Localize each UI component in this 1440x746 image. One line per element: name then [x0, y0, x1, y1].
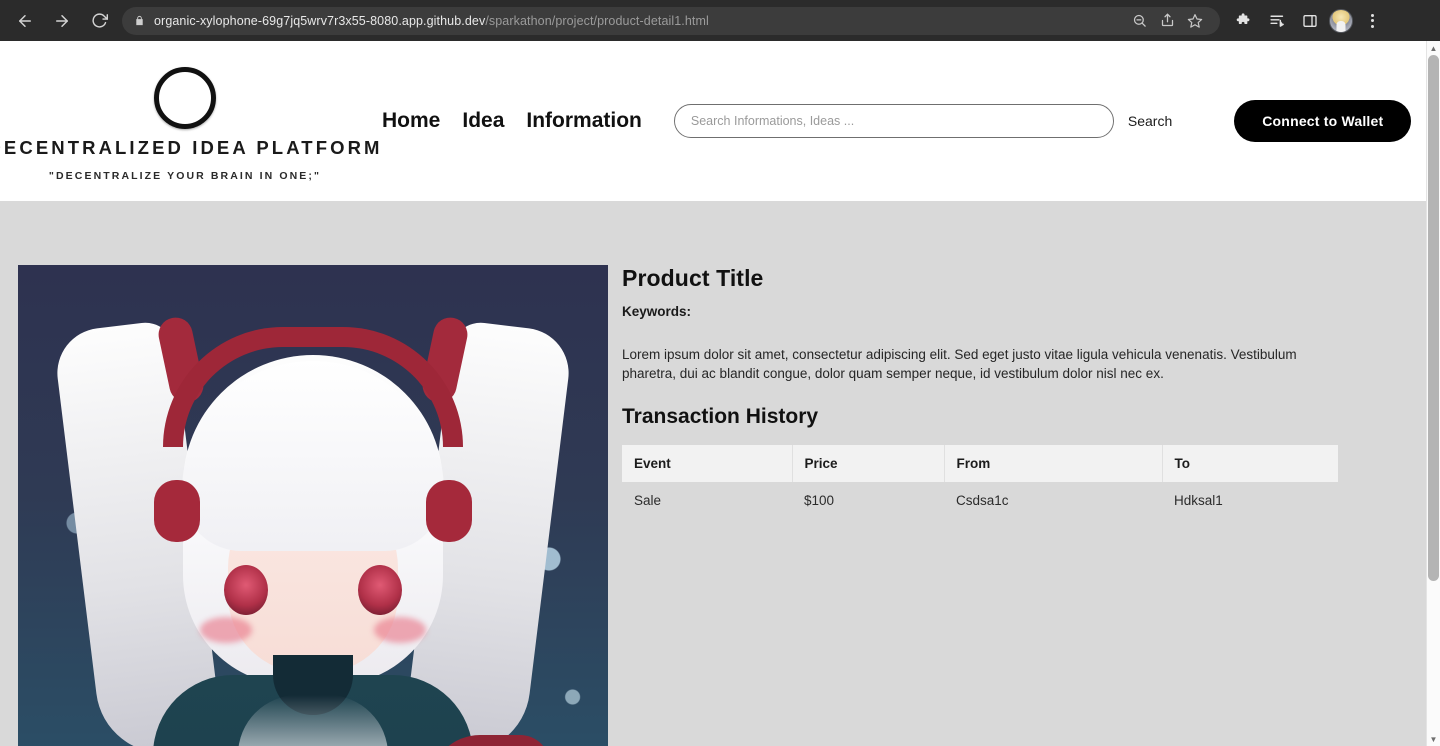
nav-item-home[interactable]: Home [382, 109, 440, 133]
column-header-to: To [1162, 445, 1338, 482]
table-row[interactable]: Sale $100 Csdsa1c Hdksal1 [622, 482, 1338, 519]
search-input[interactable] [673, 104, 1114, 138]
red-headband [163, 327, 463, 447]
keywords-label: Keywords: [622, 304, 692, 319]
blush-left [200, 617, 252, 643]
headphone-right [426, 480, 472, 542]
kebab-dots [1370, 13, 1374, 28]
search-area: Search [673, 104, 1172, 138]
site-header: DECENTRALIZED IDEA PLATFORM "DECENTRALIZ… [0, 41, 1426, 201]
product-description: Lorem ipsum dolor sit amet, consectetur … [622, 347, 1297, 381]
circle-ring-logo-icon [154, 66, 216, 129]
scrollbar-up-arrow[interactable]: ▲ [1427, 41, 1440, 55]
column-header-event: Event [622, 445, 793, 482]
transaction-history-title: Transaction History [622, 405, 819, 428]
cell-to: Hdksal1 [1174, 493, 1223, 508]
product-detail-content: Product Title Keywords: Lorem ipsum dolo… [0, 201, 1440, 746]
page-viewport: DECENTRALIZED IDEA PLATFORM "DECENTRALIZ… [0, 41, 1440, 746]
table-header-row: Event Price From To [622, 445, 1338, 482]
table-header: Event Price From To [622, 445, 1338, 482]
main-navigation: Home Idea Information [382, 109, 642, 133]
page-scrollbar[interactable]: ▲ ▼ [1426, 41, 1440, 746]
cell-from: Csdsa1c [956, 493, 1009, 508]
reload-icon[interactable] [84, 6, 114, 36]
connect-wallet-button[interactable]: Connect to Wallet [1234, 100, 1412, 142]
character-artwork [18, 265, 608, 746]
bookmark-star-icon[interactable] [1182, 8, 1208, 34]
scrollbar-thumb[interactable] [1428, 55, 1439, 581]
nav-item-information[interactable]: Information [526, 109, 642, 133]
blush-right [374, 617, 426, 643]
address-bar[interactable]: organic-xylophone-69g7jq5wrv7r3x55-8080.… [122, 6, 1220, 35]
browser-toolbar-actions [1220, 7, 1395, 35]
brand-tagline: "DECENTRALIZE YOUR BRAIN IN ONE;" [48, 169, 322, 182]
product-image[interactable] [18, 265, 608, 746]
reading-list-icon[interactable] [1263, 7, 1291, 35]
browser-nav-buttons [0, 6, 114, 36]
chrome-menu-icon[interactable] [1358, 7, 1386, 35]
scrollbar-track[interactable] [1427, 55, 1440, 732]
browser-toolbar: organic-xylophone-69g7jq5wrv7r3x55-8080.… [0, 0, 1440, 41]
page-title: Product Title [622, 265, 764, 291]
column-header-from: From [944, 445, 1163, 482]
product-details: Product Title Keywords: Lorem ipsum dolo… [608, 265, 1348, 746]
profile-avatar[interactable] [1329, 8, 1353, 33]
brand-title: DECENTRALIZED IDEA PLATFORM [0, 136, 383, 158]
column-header-price: Price [792, 445, 945, 482]
url-host: organic-xylophone-69g7jq5wrv7r3x55-8080.… [154, 13, 486, 28]
scrollbar-down-arrow[interactable]: ▼ [1427, 732, 1440, 746]
nav-item-idea[interactable]: Idea [462, 109, 504, 133]
search-button[interactable]: Search [1128, 113, 1172, 129]
url-text: organic-xylophone-69g7jq5wrv7r3x55-8080.… [154, 14, 709, 28]
extensions-puzzle-icon[interactable] [1230, 7, 1258, 35]
headphone-left [154, 480, 200, 542]
url-path: /sparkathon/project/product-detail1.html [485, 13, 709, 28]
brand-logo[interactable]: DECENTRALIZED IDEA PLATFORM "DECENTRALIZ… [0, 61, 379, 182]
eye-right [358, 565, 402, 615]
forward-arrow-icon[interactable] [47, 6, 77, 36]
table-body: Sale $100 Csdsa1c Hdksal1 [622, 482, 1338, 519]
eye-left [224, 565, 268, 615]
zoom-icon[interactable] [1126, 8, 1152, 34]
back-arrow-icon[interactable] [10, 6, 40, 36]
lock-icon [134, 15, 145, 26]
side-panel-icon[interactable] [1296, 7, 1324, 35]
cell-event: Sale [634, 493, 662, 508]
share-icon[interactable] [1154, 8, 1180, 34]
transaction-history-table: Event Price From To Sale $100 Csdsa1c Hd… [622, 445, 1338, 519]
omnibox-actions [1126, 8, 1208, 34]
cell-price: $100 [804, 493, 835, 508]
